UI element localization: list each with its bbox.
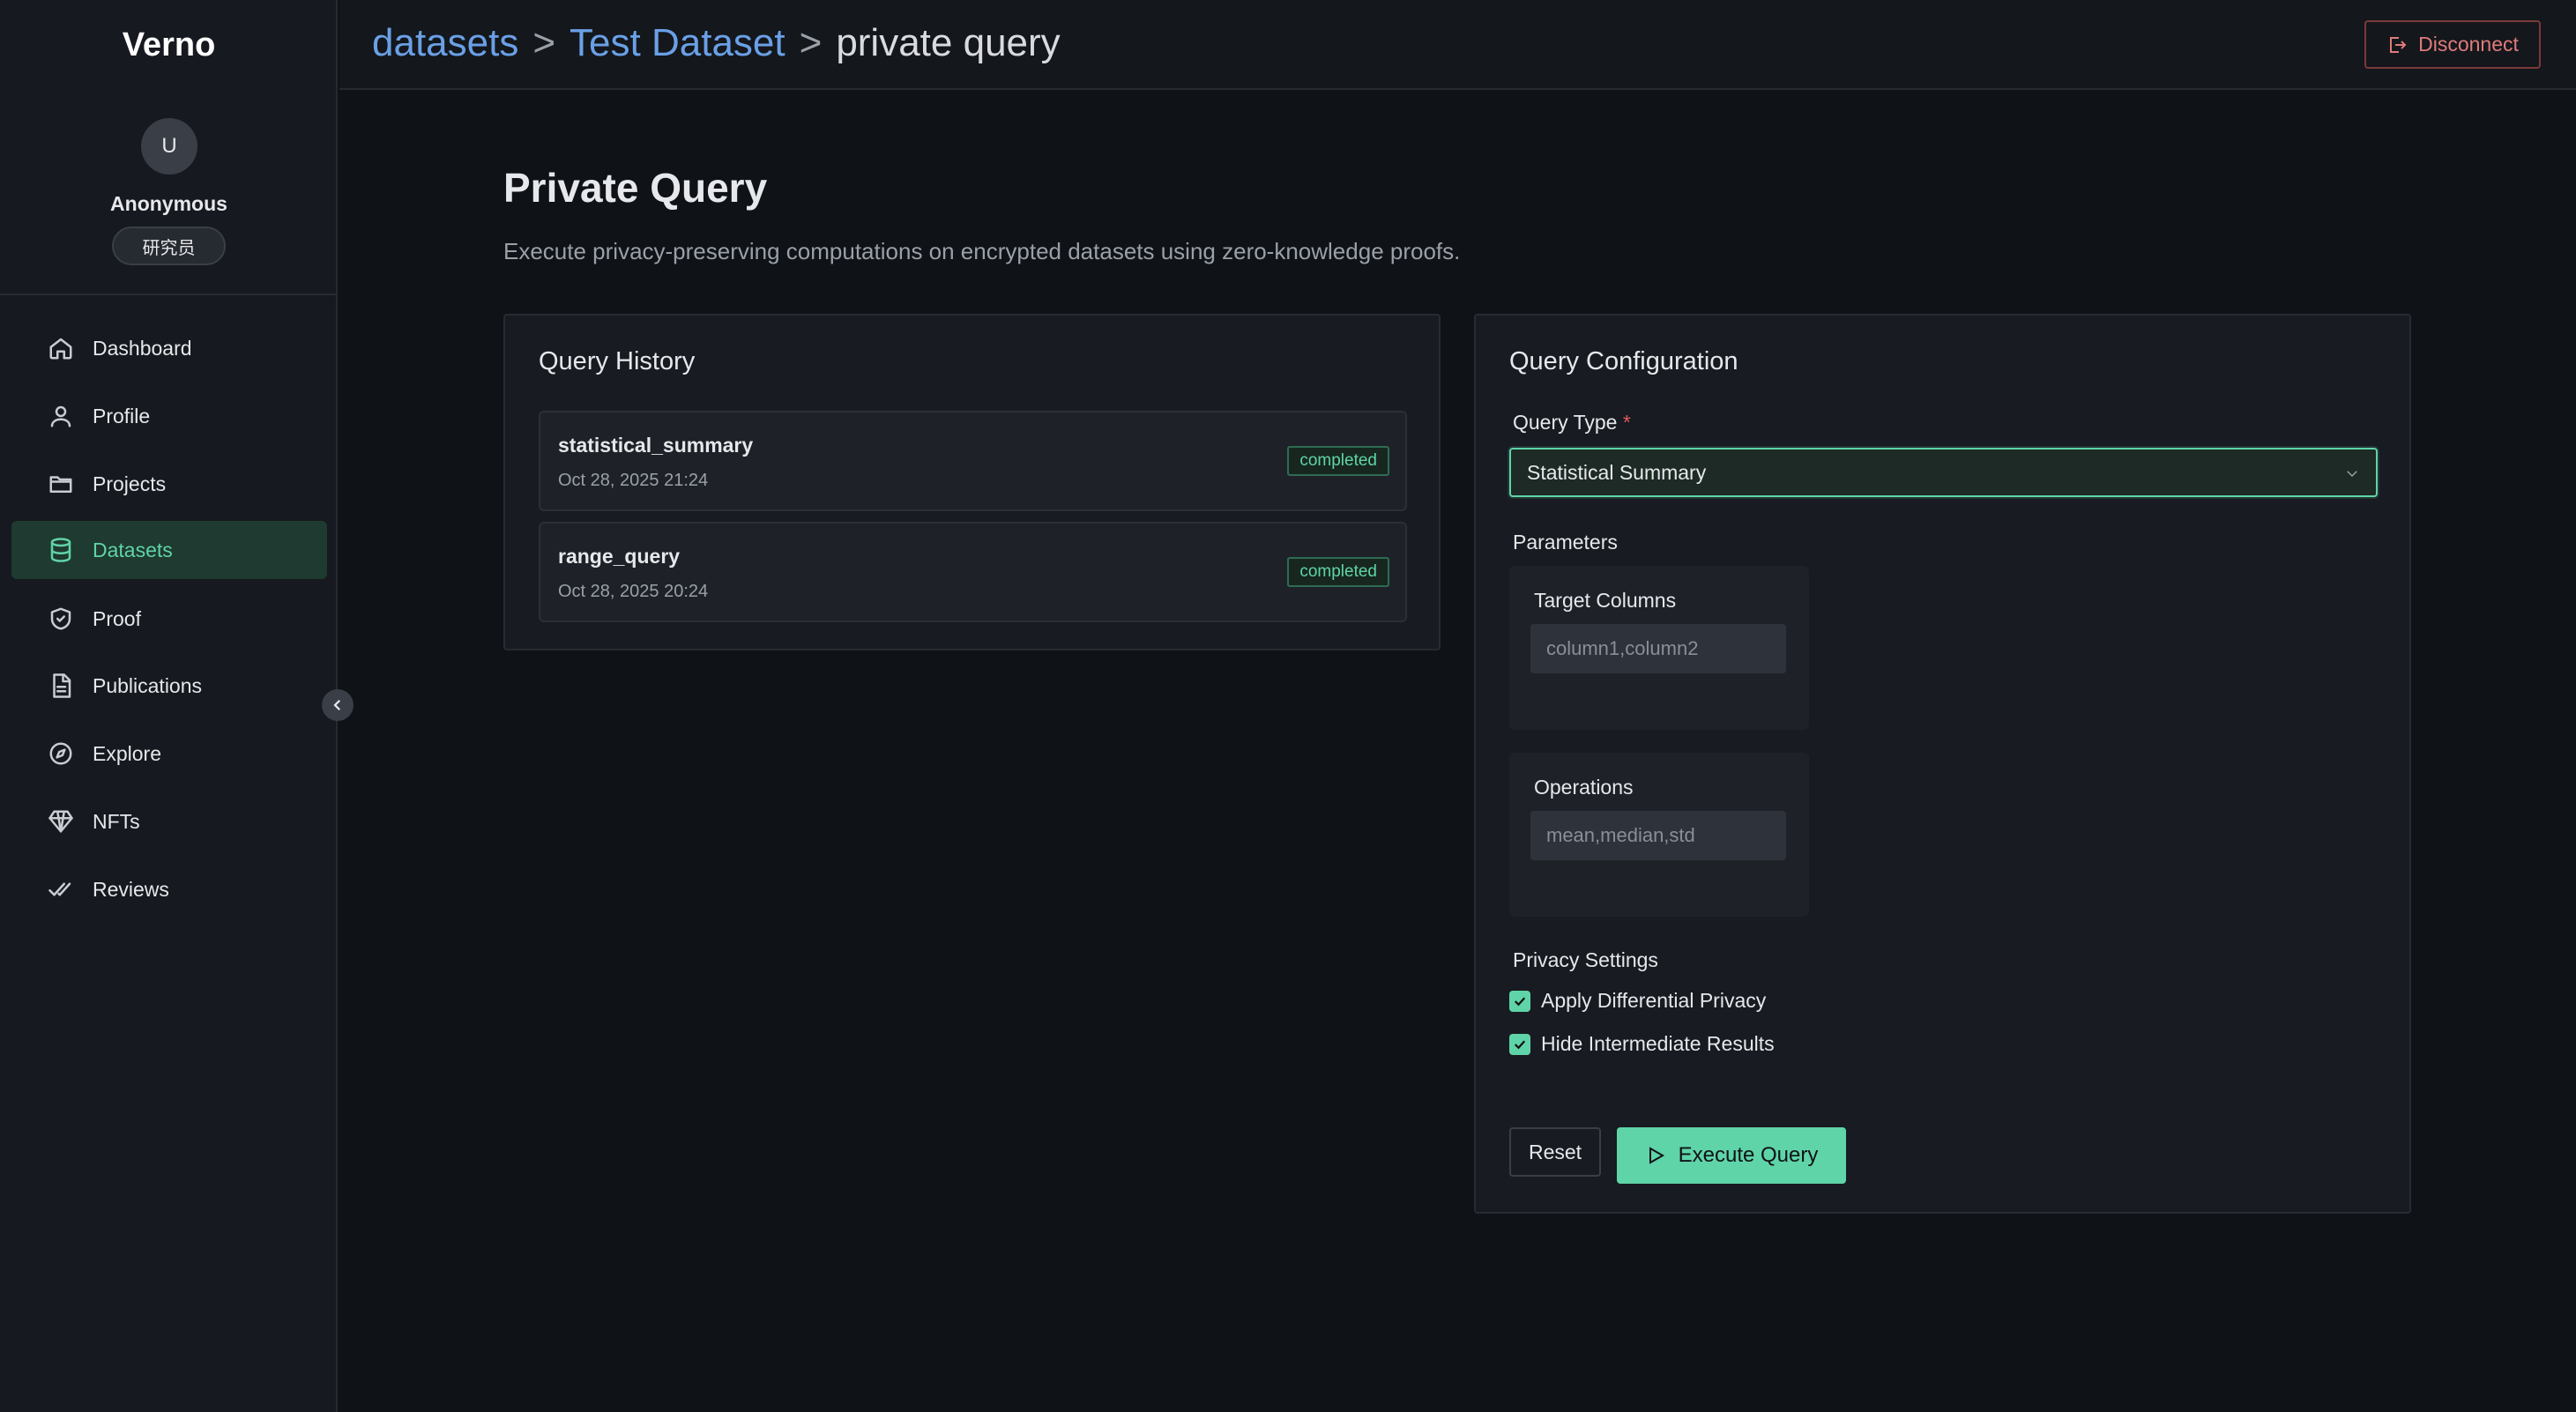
execute-query-button[interactable]: Execute Query [1617,1127,1846,1184]
sidebar-item-nfts[interactable]: NFTs [11,792,327,851]
sidebar-item-publications[interactable]: Publications [11,657,327,715]
sidebar-item-label: Datasets [93,538,173,561]
home-icon [47,334,75,362]
database-icon [47,536,75,564]
chevron-left-icon [333,699,341,711]
play-icon [1649,1147,1664,1164]
query-config-title: Query Configuration [1509,347,1738,375]
breadcrumb-test-dataset[interactable]: Test Dataset [570,21,785,65]
history-item[interactable]: range_query Oct 28, 2025 20:24 completed [539,522,1407,622]
reset-button[interactable]: Reset [1509,1127,1601,1177]
double-check-icon [47,875,75,903]
sidebar-item-projects[interactable]: Projects [11,455,327,513]
user-icon [47,402,75,430]
param-target-columns: Target Columns [1509,566,1809,730]
parameters-label: Parameters [1513,531,1618,554]
status-badge: completed [1287,446,1389,476]
sidebar-item-label: Proof [93,606,141,630]
breadcrumb-datasets[interactable]: datasets [372,21,518,65]
status-badge: completed [1287,557,1389,587]
checkbox-label: Hide Intermediate Results [1541,1032,1775,1055]
history-item-date: Oct 28, 2025 21:24 [558,471,709,490]
disconnect-label: Disconnect [2418,33,2519,56]
query-history-title: Query History [539,347,696,375]
hide-intermediate-checkbox[interactable]: Hide Intermediate Results [1509,1032,1775,1056]
sidebar-item-reviews[interactable]: Reviews [11,860,327,918]
query-type-select[interactable]: Statistical Summary [1509,448,2378,497]
folder-icon [47,470,75,498]
compass-icon [47,739,75,768]
differential-privacy-checkbox[interactable]: Apply Differential Privacy [1509,989,1766,1013]
check-icon [1514,996,1526,1006]
role-badge: 研究员 [112,227,226,265]
sidebar-item-label: Profile [93,404,151,427]
history-item-name: statistical_summary [558,434,754,457]
disconnect-button[interactable]: Disconnect [2364,20,2541,69]
checkbox-checked[interactable] [1509,1033,1530,1055]
param-operations: Operations [1509,753,1809,917]
history-item-name: range_query [558,545,681,568]
avatar[interactable]: U [141,118,197,175]
query-config-card: Query Configuration Query Type * Statist… [1474,314,2411,1214]
logout-icon [2390,36,2407,53]
sidebar-item-datasets[interactable]: Datasets [11,521,327,579]
query-history-card: Query History statistical_summary Oct 28… [503,314,1441,650]
chevron-down-icon [2347,471,2357,478]
operations-input[interactable] [1530,811,1786,860]
brand-logo: Verno [122,26,216,63]
sidebar-item-label: Dashboard [93,336,192,360]
query-type-label-text: Query Type [1513,411,1618,434]
top-header: datasets > Test Dataset > private query … [339,0,2576,90]
query-type-label: Query Type * [1513,411,1631,435]
sidebar-item-label: Explore [93,741,161,765]
sidebar-item-label: NFTs [93,809,140,833]
checkbox-label: Apply Differential Privacy [1541,989,1767,1012]
required-mark: * [1622,411,1631,434]
sidebar-item-proof[interactable]: Proof [11,590,327,648]
history-item[interactable]: statistical_summary Oct 28, 2025 21:24 c… [539,411,1407,511]
sidebar-item-explore[interactable]: Explore [11,725,327,783]
collapse-sidebar-button[interactable] [322,689,354,721]
sidebar-item-profile[interactable]: Profile [11,387,327,445]
sidebar-item-dashboard[interactable]: Dashboard [11,319,327,377]
param-label: Target Columns [1534,589,1677,612]
query-type-value: Statistical Summary [1527,460,1707,484]
sidebar-divider [0,294,338,295]
target-columns-input[interactable] [1530,624,1786,673]
sidebar-item-label: Publications [93,673,203,697]
param-label: Operations [1534,776,1634,799]
privacy-settings-label: Privacy Settings [1513,948,1658,971]
sidebar-item-label: Projects [93,472,167,495]
sidebar: Verno U Anonymous 研究员 Dashboard Profile … [0,0,338,1412]
breadcrumb: datasets > Test Dataset > private query [372,21,1061,65]
breadcrumb-separator: > [532,21,556,64]
gem-icon [47,807,75,836]
breadcrumb-current: private query [836,21,1061,64]
user-name: Anonymous [110,192,227,215]
document-icon [47,672,75,700]
breadcrumb-separator: > [799,21,823,64]
page-title: Private Query [503,165,768,211]
check-icon [1514,1039,1526,1049]
checkbox-checked[interactable] [1509,990,1530,1012]
execute-query-label: Execute Query [1678,1143,1819,1167]
sidebar-item-label: Reviews [93,877,169,901]
shield-icon [47,605,75,633]
history-item-date: Oct 28, 2025 20:24 [558,582,709,601]
page-subtitle: Execute privacy-preserving computations … [503,238,1461,264]
